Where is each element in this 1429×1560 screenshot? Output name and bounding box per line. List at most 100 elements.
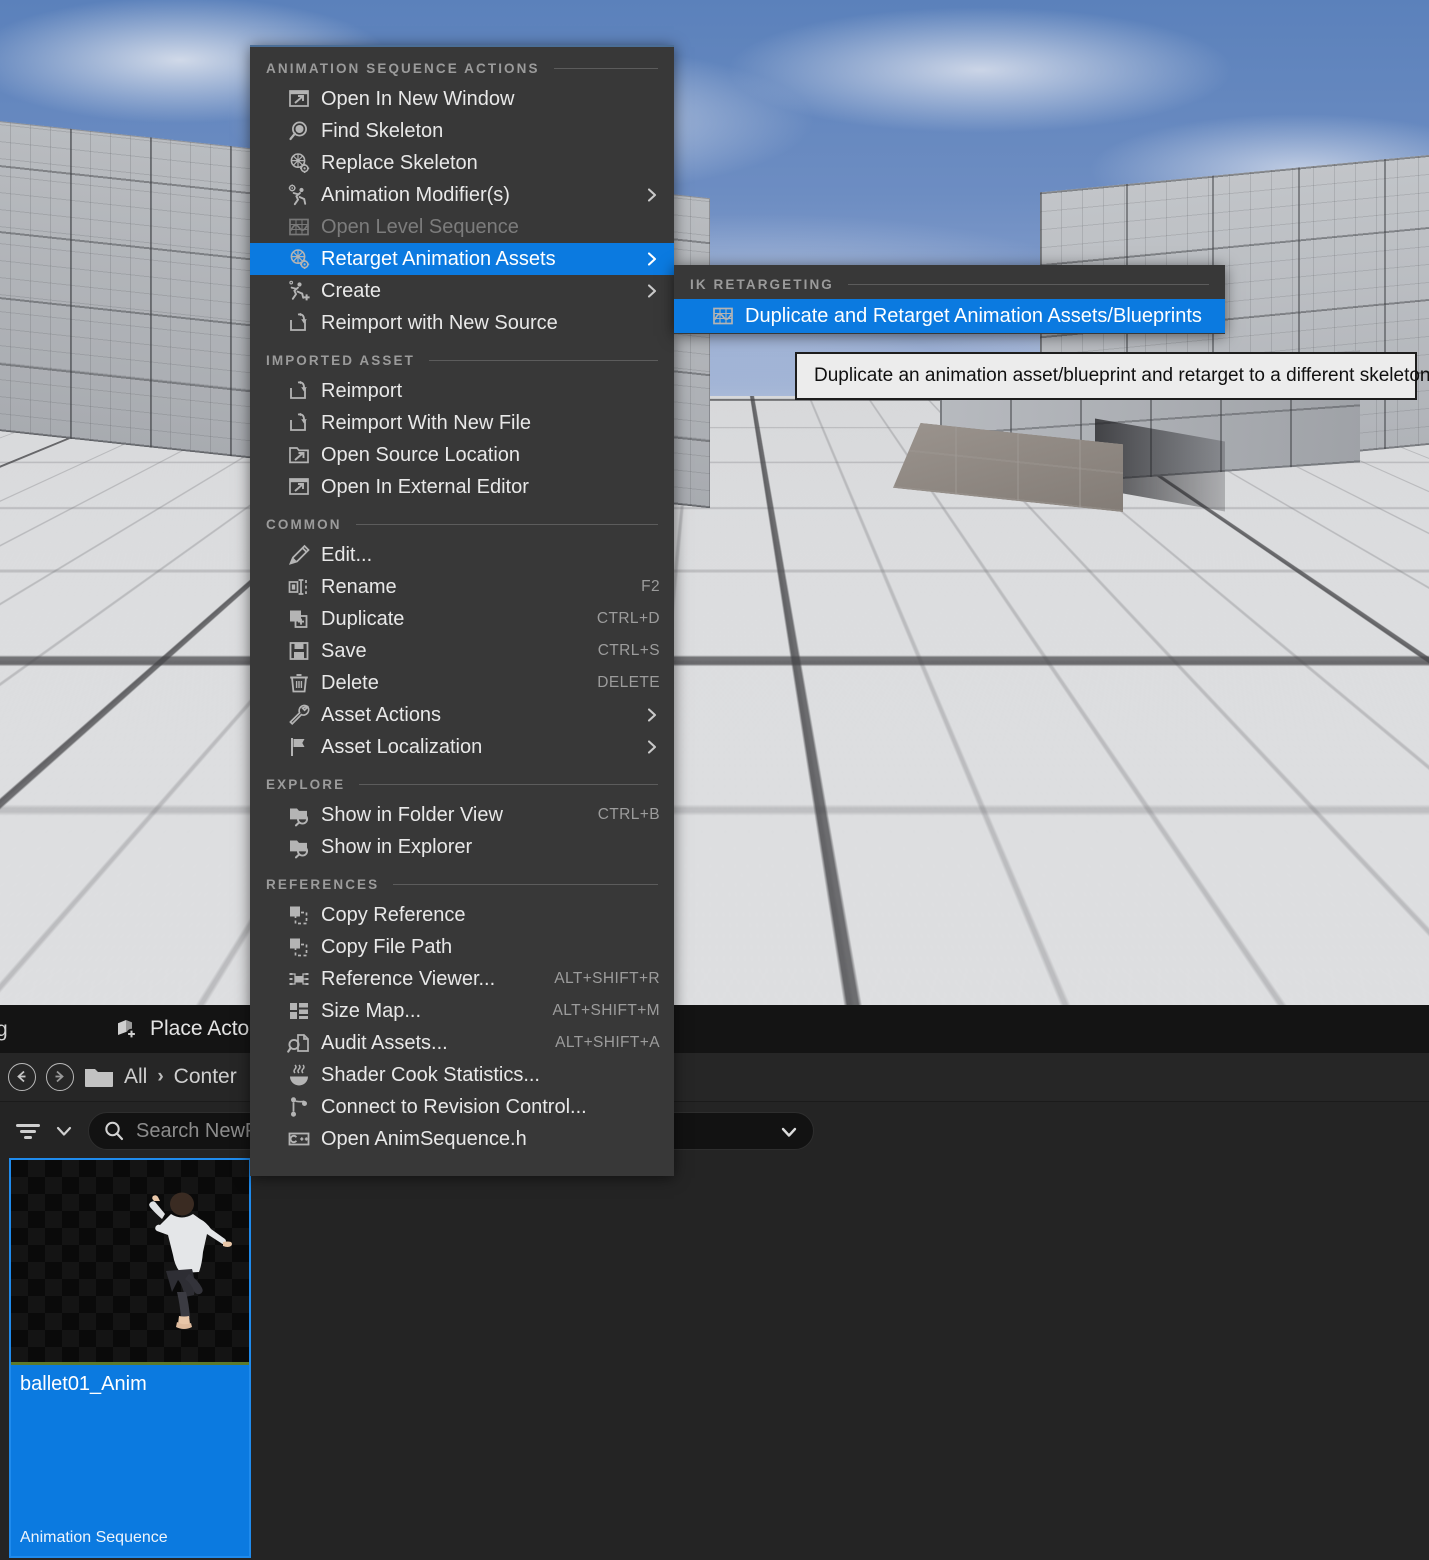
asset-tile[interactable]: ballet01_Anim Animation Sequence	[9, 1158, 251, 1558]
menu-item-copy-reference[interactable]: Copy Reference	[250, 899, 674, 931]
menu-section-rule	[554, 68, 658, 69]
menu-item-duplicate[interactable]: Duplicate CTRL+D	[250, 603, 674, 635]
menu-item-shortcut: ALT+SHIFT+A	[555, 1034, 660, 1052]
reference-viewer-icon	[286, 966, 312, 992]
menu-item-label: Create	[321, 280, 381, 303]
duplicate-icon	[286, 606, 312, 632]
menu-item-label: Copy File Path	[321, 936, 452, 959]
menu-section-title: COMMON	[266, 517, 342, 532]
menu-item-save[interactable]: Save CTRL+S	[250, 635, 674, 667]
menu-item-show-in-explorer[interactable]: Show in Explorer	[250, 831, 674, 863]
pencil-icon	[286, 542, 312, 568]
arrow-right-icon[interactable]	[46, 1063, 74, 1091]
menu-section-title: EXPLORE	[266, 777, 345, 792]
menu-item-show-in-folder-view[interactable]: Show in Folder View CTRL+B	[250, 799, 674, 831]
cpp-icon	[286, 1126, 312, 1152]
menu-item-copy-file-path[interactable]: Copy File Path	[250, 931, 674, 963]
filter-icon[interactable]	[12, 1118, 44, 1144]
tooltip: Duplicate an animation asset/blueprint a…	[795, 352, 1417, 400]
retarget-animation-assets-submenu[interactable]: IK RETARGETING Duplicate and Retarget An…	[674, 265, 1225, 334]
menu-item-duplicate-and-retarget-animation-assets-blueprints[interactable]: Duplicate and Retarget Animation Assets/…	[674, 299, 1225, 333]
menu-item-edit[interactable]: Edit...	[250, 539, 674, 571]
menu-item-replace-skeleton[interactable]: Replace Skeleton	[250, 147, 674, 179]
menu-item-reimport-with-new-file[interactable]: Reimport With New File	[250, 407, 674, 439]
editor-toolbar: g Place Acto	[0, 1005, 1429, 1053]
menu-item-label: Asset Actions	[321, 704, 441, 727]
menu-item-reimport-with-new-source[interactable]: Reimport with New Source	[250, 307, 674, 339]
menu-item-label: Audit Assets...	[321, 1032, 448, 1055]
floppy-disk-icon	[286, 638, 312, 664]
menu-item-label: Shader Cook Statistics...	[321, 1064, 540, 1087]
menu-section-header: REFERENCES	[250, 869, 674, 899]
menu-item-label: Open In External Editor	[321, 476, 529, 499]
menu-item-label: Duplicate	[321, 608, 404, 631]
menu-item-label: Asset Localization	[321, 736, 482, 759]
menu-item-shortcut: ALT+SHIFT+R	[554, 970, 660, 988]
menu-item-audit-assets[interactable]: Audit Assets... ALT+SHIFT+A	[250, 1027, 674, 1059]
breadcrumb-item-all[interactable]: All	[124, 1065, 147, 1089]
content-browser-toolbar: Search NewFol	[0, 1102, 1429, 1160]
rename-icon	[286, 574, 312, 600]
toolbar-left-fragment: g	[0, 1018, 8, 1042]
menu-section-title: REFERENCES	[266, 877, 379, 892]
menu-item-label: Duplicate and Retarget Animation Assets/…	[745, 305, 1202, 328]
chevron-right-icon	[644, 187, 660, 203]
menu-item-delete[interactable]: Delete DELETE	[250, 667, 674, 699]
menu-item-label: Copy Reference	[321, 904, 466, 927]
menu-item-asset-localization[interactable]: Asset Localization	[250, 731, 674, 763]
menu-item-asset-actions[interactable]: Asset Actions	[250, 699, 674, 731]
menu-item-label: Connect to Revision Control...	[321, 1096, 587, 1119]
menu-item-label: Reimport with New Source	[321, 312, 558, 335]
chevron-right-icon	[644, 251, 660, 267]
menu-section-rule	[359, 784, 658, 785]
menu-item-label: Save	[321, 640, 367, 663]
skeleton-gear-icon	[286, 150, 312, 176]
wrench-icon	[286, 702, 312, 728]
menu-item-open-in-external-editor[interactable]: Open In External Editor	[250, 471, 674, 503]
menu-section-rule	[848, 284, 1209, 285]
chevron-right-icon	[644, 283, 660, 299]
asset-thumbnail	[11, 1160, 249, 1362]
menu-item-rename[interactable]: Rename F2	[250, 571, 674, 603]
menu-item-label: Edit...	[321, 544, 372, 567]
filter-chevron-down-icon[interactable]	[54, 1121, 74, 1141]
menu-item-reimport[interactable]: Reimport	[250, 375, 674, 407]
menu-item-label: Open Source Location	[321, 444, 520, 467]
menu-item-shader-cook-statistics[interactable]: Shader Cook Statistics...	[250, 1059, 674, 1091]
menu-section-header: ANIMATION SEQUENCE ACTIONS	[250, 53, 674, 83]
level-sequence-icon	[710, 303, 736, 329]
menu-item-open-animsequence-h[interactable]: Open AnimSequence.h	[250, 1123, 674, 1155]
dropdown-chevron-down-icon[interactable]	[779, 1122, 799, 1142]
menu-item-size-map[interactable]: Size Map... ALT+SHIFT+M	[250, 995, 674, 1027]
level-viewport[interactable]	[0, 0, 1429, 1005]
menu-item-connect-to-revision-control[interactable]: Connect to Revision Control...	[250, 1091, 674, 1123]
menu-item-label: Retarget Animation Assets	[321, 248, 556, 271]
menu-item-label: Rename	[321, 576, 397, 599]
open-in-new-window-icon	[286, 474, 312, 500]
menu-item-open-in-new-window[interactable]: Open In New Window	[250, 83, 674, 115]
open-in-new-window-icon	[286, 86, 312, 112]
place-actor-button[interactable]: Place Acto	[115, 1017, 249, 1041]
menu-item-shortcut: F2	[641, 578, 660, 596]
copy-reference-icon	[286, 902, 312, 928]
menu-item-retarget-animation-assets[interactable]: Retarget Animation Assets	[250, 243, 674, 275]
breadcrumb: All › Conter	[0, 1053, 1429, 1102]
menu-item-open-source-location[interactable]: Open Source Location	[250, 439, 674, 471]
asset-context-menu[interactable]: ANIMATION SEQUENCE ACTIONS Open In New W…	[250, 45, 674, 1176]
reimport-icon	[286, 378, 312, 404]
tooltip-text: Duplicate an animation asset/blueprint a…	[814, 365, 1429, 387]
menu-item-find-skeleton[interactable]: Find Skeleton	[250, 115, 674, 147]
menu-item-shortcut: DELETE	[597, 674, 660, 692]
menu-item-shortcut: CTRL+S	[598, 642, 660, 660]
menu-item-animation-modifier-s[interactable]: Animation Modifier(s)	[250, 179, 674, 211]
breadcrumb-item-content[interactable]: Conter	[174, 1065, 237, 1089]
arrow-left-icon[interactable]	[8, 1063, 36, 1091]
cube-plus-icon	[115, 1017, 139, 1041]
menu-item-reference-viewer[interactable]: Reference Viewer... ALT+SHIFT+R	[250, 963, 674, 995]
magnifier-icon	[286, 118, 312, 144]
menu-item-label: Size Map...	[321, 1000, 421, 1023]
menu-item-label: Find Skeleton	[321, 120, 443, 143]
menu-item-create[interactable]: Create	[250, 275, 674, 307]
folder-search-icon	[286, 834, 312, 860]
menu-section-title: IK RETARGETING	[690, 277, 834, 292]
